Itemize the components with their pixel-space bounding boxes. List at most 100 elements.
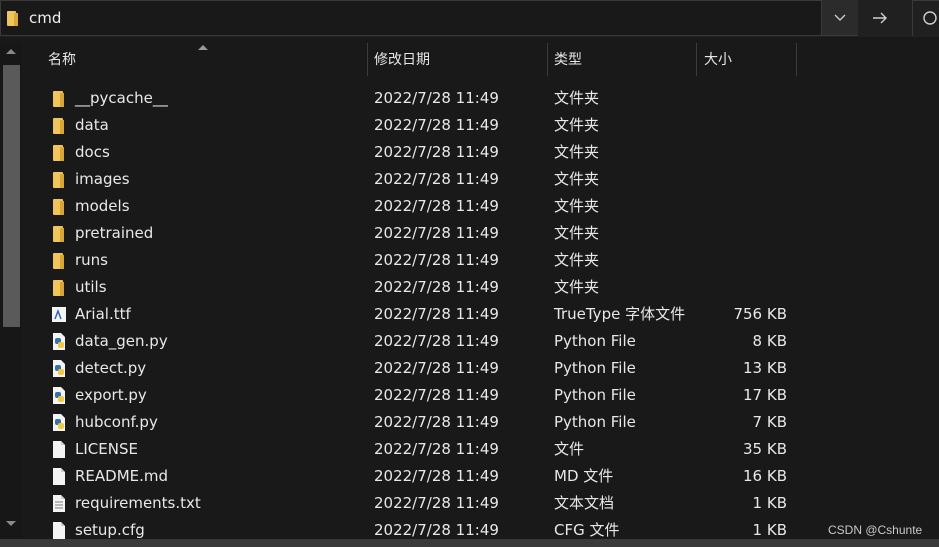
file-row[interactable]: pretrained 2022/7/28 11:49 文件夹 xyxy=(22,220,939,247)
column-name-header[interactable]: 名称 xyxy=(48,43,368,77)
file-row[interactable]: README.md 2022/7/28 11:49 MD 文件 16 KB xyxy=(22,463,939,490)
scroll-down-arrow-icon[interactable] xyxy=(6,521,16,526)
file-date: 2022/7/28 11:49 xyxy=(374,359,499,377)
file-icon xyxy=(50,467,68,486)
file-name: __pycache__ xyxy=(75,89,168,107)
file-row[interactable]: utils 2022/7/28 11:49 文件夹 xyxy=(22,274,939,301)
file-size: 35 KB xyxy=(743,440,787,458)
file-size: 13 KB xyxy=(743,359,787,377)
file-type: 文件夹 xyxy=(554,170,600,188)
file-row[interactable]: images 2022/7/28 11:49 文件夹 xyxy=(22,166,939,193)
file-icon xyxy=(50,521,68,540)
file-date: 2022/7/28 11:49 xyxy=(374,332,499,350)
file-size xyxy=(697,139,787,166)
go-button[interactable] xyxy=(862,0,898,36)
folder-icon xyxy=(50,251,68,270)
file-type: 文件夹 xyxy=(554,143,600,161)
file-size xyxy=(697,193,787,220)
file-size: 7 KB xyxy=(752,413,787,431)
file-row[interactable]: Arial.ttf 2022/7/28 11:49 TrueType 字体文件 756… xyxy=(22,301,939,328)
file-row[interactable]: hubconf.py 2022/7/28 11:49 Python File 7 KB xyxy=(22,409,939,436)
file-size xyxy=(697,85,787,112)
file-size: 8 KB xyxy=(752,332,787,350)
file-date: 2022/7/28 11:49 xyxy=(374,224,499,242)
file-size: 16 KB xyxy=(743,467,787,485)
file-type: Python File xyxy=(554,413,636,431)
column-divider[interactable] xyxy=(547,43,548,76)
file-date: 2022/7/28 11:49 xyxy=(374,170,499,188)
navigation-scrollbar[interactable] xyxy=(0,43,22,539)
folder-icon xyxy=(50,278,68,297)
column-divider[interactable] xyxy=(696,43,697,76)
file-row[interactable]: data_gen.py 2022/7/28 11:49 Python File 8 K… xyxy=(22,328,939,355)
file-name: docs xyxy=(75,143,110,161)
search-icon xyxy=(923,11,937,25)
file-type: TrueType 字体文件 xyxy=(554,305,686,323)
file-name: requirements.txt xyxy=(75,494,201,512)
arrow-right-icon xyxy=(873,12,887,24)
search-box[interactable] xyxy=(912,0,939,36)
folder-icon xyxy=(50,197,68,216)
folder-icon xyxy=(50,224,68,243)
address-history-button[interactable] xyxy=(821,0,858,35)
file-name: hubconf.py xyxy=(75,413,158,431)
file-date: 2022/7/28 11:49 xyxy=(374,89,499,107)
file-size xyxy=(697,112,787,139)
file-type: 文件夹 xyxy=(554,251,600,269)
python-file-icon xyxy=(50,359,68,378)
file-row[interactable]: data 2022/7/28 11:49 文件夹 xyxy=(22,112,939,139)
file-date: 2022/7/28 11:49 xyxy=(374,278,499,296)
file-name: LICENSE xyxy=(75,440,138,458)
file-date: 2022/7/28 11:49 xyxy=(374,467,499,485)
column-date-header[interactable]: 修改日期 xyxy=(374,43,544,77)
scroll-up-arrow-icon[interactable] xyxy=(6,49,16,54)
column-header: 名称 修改日期 类型 大小 xyxy=(22,43,939,77)
column-divider[interactable] xyxy=(367,43,368,76)
file-name: runs xyxy=(75,251,108,269)
address-bar: cmd xyxy=(0,0,939,37)
file-name: pretrained xyxy=(75,224,154,242)
file-type: Python File xyxy=(554,332,636,350)
column-size-header[interactable]: 大小 xyxy=(704,43,794,77)
file-row[interactable]: LICENSE 2022/7/28 11:49 文件 35 KB xyxy=(22,436,939,463)
file-type: 文件夹 xyxy=(554,224,600,242)
file-row[interactable]: __pycache__ 2022/7/28 11:49 文件夹 xyxy=(22,85,939,112)
file-type: 文件夹 xyxy=(554,89,600,107)
python-file-icon xyxy=(50,332,68,351)
file-size xyxy=(697,274,787,301)
file-type: 文本文档 xyxy=(554,494,615,512)
file-size xyxy=(697,247,787,274)
file-row[interactable]: detect.py 2022/7/28 11:49 Python File 13 KB xyxy=(22,355,939,382)
file-date: 2022/7/28 11:49 xyxy=(374,143,499,161)
file-size xyxy=(697,166,787,193)
file-type: 文件夹 xyxy=(554,116,600,134)
file-row[interactable]: export.py 2022/7/28 11:49 Python File 17 KB xyxy=(22,382,939,409)
file-row[interactable]: models 2022/7/28 11:49 文件夹 xyxy=(22,193,939,220)
file-row[interactable]: runs 2022/7/28 11:49 文件夹 xyxy=(22,247,939,274)
file-type: 文件夹 xyxy=(554,278,600,296)
column-divider[interactable] xyxy=(796,43,797,76)
file-row[interactable]: docs 2022/7/28 11:49 文件夹 xyxy=(22,139,939,166)
file-name: models xyxy=(75,197,130,215)
folder-icon xyxy=(50,116,68,135)
file-date: 2022/7/28 11:49 xyxy=(374,251,499,269)
file-name: export.py xyxy=(75,386,147,404)
file-type: MD 文件 xyxy=(554,467,614,485)
file-date: 2022/7/28 11:49 xyxy=(374,386,499,404)
file-size: 1 KB xyxy=(752,494,787,512)
file-row[interactable]: requirements.txt 2022/7/28 11:49 文本文档 1 KB xyxy=(22,490,939,517)
file-size xyxy=(697,220,787,247)
file-date: 2022/7/28 11:49 xyxy=(374,494,499,512)
column-type-header[interactable]: 类型 xyxy=(554,43,694,77)
address-field[interactable]: cmd xyxy=(0,0,858,36)
scrollbar-thumb[interactable] xyxy=(3,65,20,327)
text-file-icon xyxy=(50,494,68,513)
chevron-down-icon xyxy=(834,14,846,21)
file-name: data_gen.py xyxy=(75,332,168,350)
file-name: data xyxy=(75,116,109,134)
file-type: 文件 xyxy=(554,440,585,458)
file-type: 文件夹 xyxy=(554,197,600,215)
horizontal-scrollbar[interactable] xyxy=(0,539,939,547)
folder-icon xyxy=(50,143,68,162)
file-name: README.md xyxy=(75,467,169,485)
